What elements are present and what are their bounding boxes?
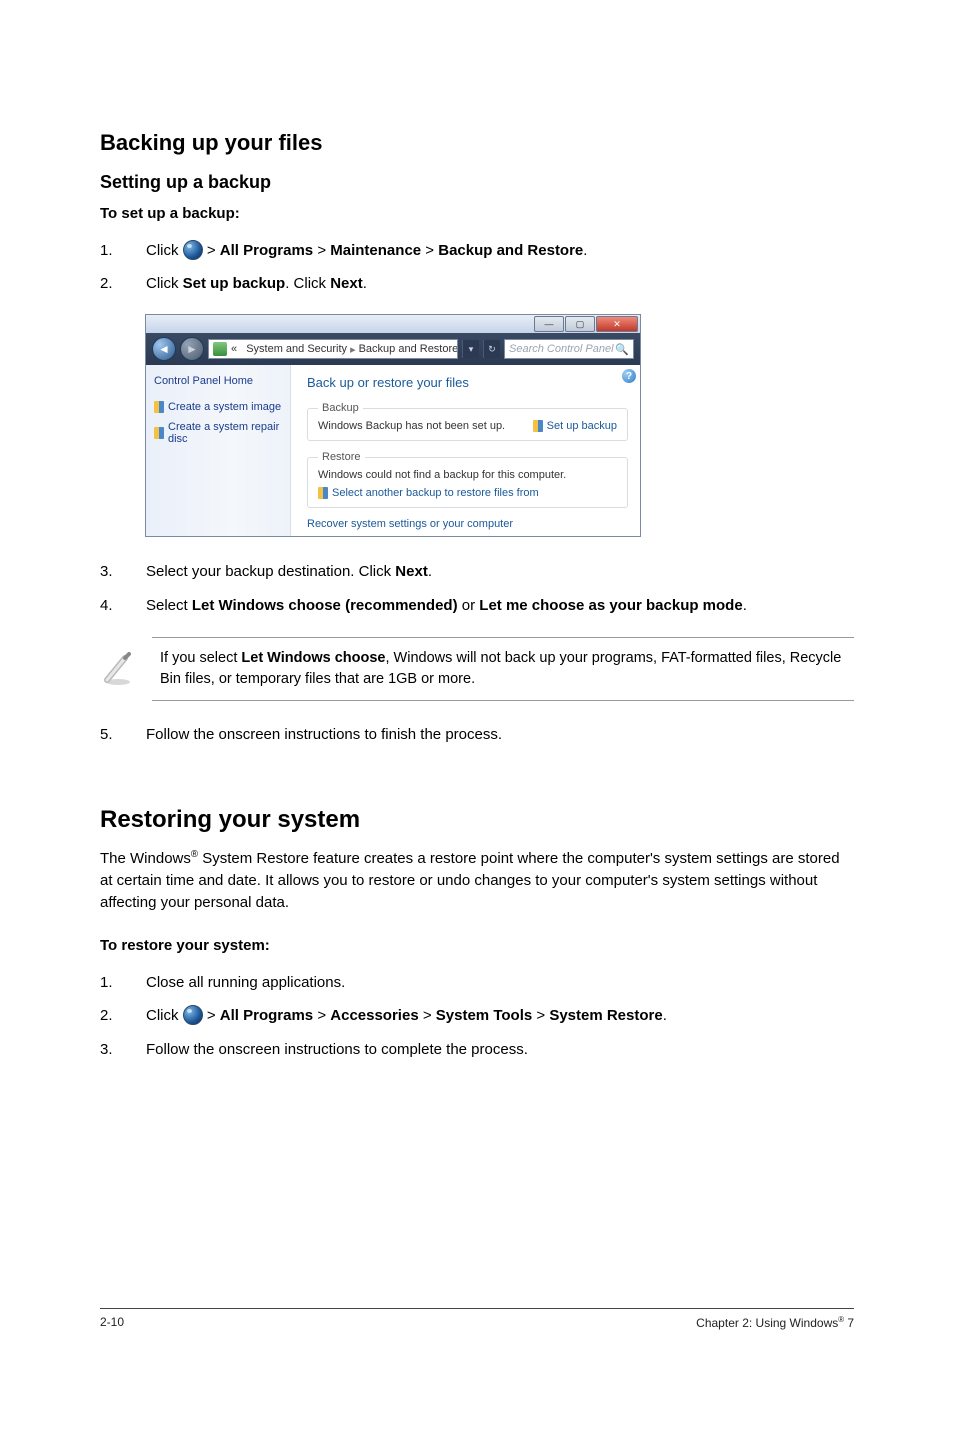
heading-restoring: Restoring your system — [100, 806, 854, 834]
address-bar[interactable]: « System and Security ▸ Backup and Resto… — [208, 339, 458, 359]
step-body: Select Let Windows choose (recommended) … — [146, 594, 854, 617]
heading-backing-up: Backing up your files — [100, 130, 854, 156]
shield-icon — [154, 401, 164, 413]
backup-group: Backup Windows Backup has not been set u… — [307, 402, 628, 441]
backup-status-text: Windows Backup has not been set up. — [318, 420, 505, 432]
window-titlebar: — ▢ ✕ — [146, 315, 640, 333]
step-number: 1. — [100, 239, 146, 262]
breadcrumb-prefix: « — [231, 343, 237, 355]
close-button[interactable]: ✕ — [596, 316, 638, 332]
help-icon[interactable]: ? — [622, 369, 636, 383]
note-block: If you select Let Windows choose, Window… — [100, 637, 854, 701]
navigation-bar: ◄ ► « System and Security ▸ Backup and R… — [146, 333, 640, 365]
start-menu-icon — [183, 240, 203, 260]
heading-to-set-up: To set up a backup: — [100, 203, 854, 225]
backup-steps-list-cont: 3. Select your backup destination. Click… — [100, 560, 854, 617]
heading-to-restore: To restore your system: — [100, 935, 854, 957]
step-body: Click Set up backup. Click Next. — [146, 272, 854, 295]
shield-icon — [533, 420, 543, 432]
backup-legend: Backup — [318, 402, 363, 414]
note-text: If you select Let Windows choose, Window… — [152, 637, 854, 701]
restore-group: Restore Windows could not find a backup … — [307, 451, 628, 508]
side-panel: Control Panel Home Create a system image… — [146, 365, 291, 536]
shield-icon — [318, 487, 328, 499]
restore-status-text: Windows could not find a backup for this… — [318, 469, 617, 481]
step-body: Select your backup destination. Click Ne… — [146, 560, 854, 583]
control-panel-icon — [213, 342, 227, 356]
restore-steps-list: 1. Close all running applications. 2. Cl… — [100, 971, 854, 1061]
control-panel-home-link[interactable]: Control Panel Home — [154, 375, 282, 387]
step-body: Click > All Programs > Maintenance > Bac… — [146, 239, 854, 262]
page-number: 2-10 — [100, 1315, 124, 1330]
main-pane: ? Back up or restore your files Backup W… — [291, 365, 640, 536]
chapter-label: Chapter 2: Using Windows® 7 — [696, 1315, 854, 1330]
search-icon[interactable]: 🔍 — [615, 343, 629, 356]
step-number: 4. — [100, 594, 146, 617]
refresh-button[interactable]: ↻ — [483, 340, 500, 358]
recover-settings-link[interactable]: Recover system settings or your computer — [307, 518, 628, 530]
select-another-backup-link[interactable]: Select another backup to restore files f… — [318, 487, 617, 499]
step-body: Follow the onscreen instructions to fini… — [146, 723, 854, 746]
step-number: 2. — [100, 272, 146, 295]
minimize-button[interactable]: — — [534, 316, 564, 332]
shield-icon — [154, 427, 164, 439]
start-menu-icon — [183, 1005, 203, 1025]
heading-setting-up: Setting up a backup — [100, 172, 854, 193]
maximize-button[interactable]: ▢ — [565, 316, 595, 332]
page-footer: 2-10 Chapter 2: Using Windows® 7 — [100, 1308, 854, 1330]
create-system-image-link[interactable]: Create a system image — [154, 401, 282, 413]
step-number: 2. — [100, 1004, 146, 1027]
nav-forward-button[interactable]: ► — [180, 337, 204, 361]
breadcrumb-item[interactable]: System and Security — [246, 343, 347, 355]
step-number: 3. — [100, 1038, 146, 1061]
step-body: Follow the onscreen instructions to comp… — [146, 1038, 854, 1061]
step-number: 3. — [100, 560, 146, 583]
backup-restore-window: — ▢ ✕ ◄ ► « System and Security ▸ Backup… — [146, 315, 640, 536]
backup-steps-list-cont2: 5. Follow the onscreen instructions to f… — [100, 723, 854, 746]
restore-legend: Restore — [318, 451, 365, 463]
step-number: 1. — [100, 971, 146, 994]
address-dropdown[interactable]: ▾ — [462, 340, 479, 358]
step-body: Click > All Programs > Accessories > Sys… — [146, 1004, 854, 1027]
search-input[interactable]: Search Control Panel 🔍 — [504, 339, 634, 359]
search-placeholder: Search Control Panel — [509, 343, 614, 355]
step-body: Close all running applications. — [146, 971, 854, 994]
note-icon — [100, 637, 136, 701]
pane-title: Back up or restore your files — [307, 375, 628, 390]
breadcrumb-item[interactable]: Backup and Restore — [359, 343, 458, 355]
restore-intro: The Windows® System Restore feature crea… — [100, 848, 854, 913]
set-up-backup-link[interactable]: Set up backup — [533, 420, 617, 432]
create-repair-disc-link[interactable]: Create a system repair disc — [154, 421, 282, 445]
step-number: 5. — [100, 723, 146, 746]
backup-steps-list: 1. Click > All Programs > Maintenance > … — [100, 239, 854, 296]
nav-back-button[interactable]: ◄ — [152, 337, 176, 361]
